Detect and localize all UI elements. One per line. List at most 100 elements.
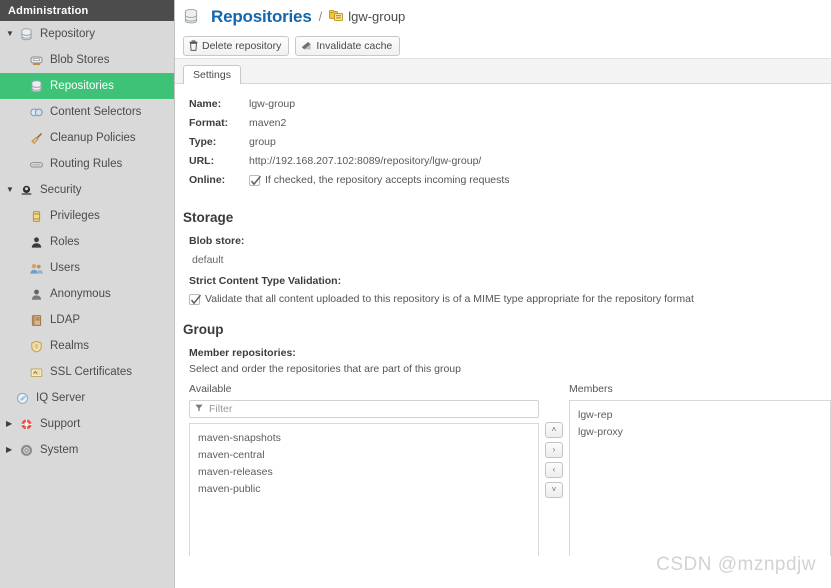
- move-up-button[interactable]: ˄: [545, 422, 563, 438]
- chevron-right-icon[interactable]: ▶: [6, 446, 18, 454]
- list-item[interactable]: maven-public: [198, 481, 538, 498]
- privileges-icon: [28, 209, 44, 223]
- sidebar-item-routing-rules[interactable]: Routing Rules: [0, 151, 174, 177]
- lifebuoy-icon: [18, 417, 34, 431]
- blob-store-icon: [28, 53, 44, 67]
- sidebar-item-label: Security: [40, 184, 82, 196]
- iq-server-icon: [14, 391, 30, 405]
- sidebar-item-label: Blob Stores: [50, 54, 110, 66]
- sidebar-item-label: IQ Server: [36, 392, 86, 404]
- online-field-row: Online: If checked, the repository accep…: [175, 174, 831, 193]
- field-key: Name:: [189, 98, 222, 110]
- field-value: http://192.168.207.102:8089/repository/l…: [249, 155, 482, 167]
- sidebar-item-label: Routing Rules: [50, 158, 123, 170]
- strict-content-type-row[interactable]: Validate that all content uploaded to th…: [175, 293, 831, 305]
- member-repositories-label: Member repositories:: [189, 347, 296, 359]
- repository-summary-fields: Name: lgw-group Format: maven2 Type: group URL…: [175, 98, 831, 174]
- field-key: Format:: [189, 117, 229, 129]
- database-icon: [183, 8, 199, 24]
- field-key: Type:: [189, 136, 217, 148]
- sidebar-item-cleanup-policies[interactable]: Cleanup Policies: [0, 125, 174, 151]
- online-checkbox-row[interactable]: If checked, the repository accepts incom…: [249, 174, 510, 186]
- content-selector-icon: [28, 105, 44, 119]
- sidebar-item-realms[interactable]: Realms: [0, 333, 174, 359]
- trash-icon: [189, 40, 198, 51]
- member-transfer-widget: Available maven-snapshotsmaven-centralma…: [175, 383, 831, 556]
- sidebar-item-label: Anonymous: [50, 288, 111, 300]
- sidebar-item-privileges[interactable]: Privileges: [0, 203, 174, 229]
- main-content: Repositories / lgw-group Delete reposito…: [175, 0, 831, 588]
- toolbar: Delete repository Invalidate cache: [175, 33, 831, 58]
- field-key: URL:: [189, 155, 215, 167]
- list-item[interactable]: maven-releases: [198, 464, 538, 481]
- sidebar-item-roles[interactable]: Roles: [0, 229, 174, 255]
- sidebar-item-blob-stores[interactable]: Blob Stores: [0, 47, 174, 73]
- blob-store-value: default: [192, 254, 224, 266]
- group-section-title: Group: [183, 322, 224, 337]
- sidebar-item-security[interactable]: ▼ Security: [0, 177, 174, 203]
- database-icon: [18, 27, 34, 41]
- available-repositories-list[interactable]: maven-snapshots maven-central maven-releas…: [189, 423, 539, 556]
- online-field-key: Online:: [189, 174, 226, 186]
- page-title: Repositories: [211, 6, 312, 26]
- member-repositories-hint: Select and order the repositories that a…: [189, 363, 461, 375]
- sidebar-header: Administration: [0, 0, 174, 21]
- breadcrumb-separator: /: [318, 9, 323, 24]
- field-row: Format: maven2: [175, 117, 831, 136]
- strict-content-type-checkbox[interactable]: [189, 293, 202, 305]
- online-checkbox-label: If checked, the repository accepts incom…: [265, 174, 510, 186]
- sidebar-item-iq-server[interactable]: IQ Server: [0, 385, 174, 411]
- routing-rules-icon: [28, 157, 44, 171]
- delete-repository-button[interactable]: Delete repository: [183, 35, 290, 56]
- broom-icon: [28, 131, 44, 145]
- repository-group-icon: [329, 9, 344, 25]
- members-repositories-list[interactable]: lgw-rep lgw-proxy: [569, 400, 831, 556]
- sidebar-item-anonymous[interactable]: Anonymous: [0, 281, 174, 307]
- invalidate-cache-label: Invalidate cache: [316, 39, 393, 52]
- sidebar-item-label: LDAP: [50, 314, 81, 326]
- strict-content-type-label: Strict Content Type Validation:: [189, 275, 342, 287]
- members-label: Members: [569, 383, 613, 395]
- sidebar-item-ldap[interactable]: LDAP: [0, 307, 174, 333]
- sidebar-item-label: Repository: [40, 28, 95, 40]
- list-item[interactable]: maven-central: [198, 447, 538, 464]
- sidebar-item-system[interactable]: ▶ System: [0, 437, 174, 463]
- chevron-down-icon[interactable]: ▼: [6, 186, 18, 194]
- sidebar-item-content-selectors[interactable]: Content Selectors: [0, 99, 174, 125]
- users-icon: [28, 261, 44, 275]
- sidebar-item-repositories[interactable]: Repositories: [0, 73, 174, 99]
- field-value: maven2: [249, 117, 287, 129]
- chevron-right-icon[interactable]: ▶: [6, 420, 18, 428]
- sidebar-item-label: Support: [40, 418, 81, 430]
- settings-form: Name: lgw-group Format: maven2 Type: group URL…: [175, 84, 831, 556]
- funnel-icon: [195, 403, 207, 415]
- list-item[interactable]: maven-snapshots: [198, 430, 538, 447]
- online-checkbox[interactable]: [249, 174, 262, 186]
- transfer-buttons: ˄ › ‹ ˅: [539, 383, 569, 556]
- sidebar-nav-list: ▼ Repository Blob Stores Repositories Conten…: [0, 21, 174, 463]
- delete-repository-label: Delete repository: [202, 39, 282, 52]
- sidebar-item-label: Repositories: [50, 80, 114, 92]
- shield-icon: [28, 339, 44, 353]
- invalidate-cache-button[interactable]: Invalidate cache: [295, 35, 401, 56]
- list-item[interactable]: lgw-proxy: [578, 424, 830, 441]
- nexus-admin-window: Administration ▼ Repository Blob Stores Rep…: [0, 0, 831, 588]
- sidebar-item-ssl-certificates[interactable]: SSL Certificates: [0, 359, 174, 385]
- add-to-members-button[interactable]: ›: [545, 442, 563, 458]
- sidebar-item-users[interactable]: Users: [0, 255, 174, 281]
- field-value: lgw-group: [249, 98, 296, 110]
- gear-icon: [18, 443, 34, 457]
- remove-from-members-button[interactable]: ‹: [545, 462, 563, 478]
- search-input[interactable]: [207, 402, 533, 416]
- sidebar-item-support[interactable]: ▶ Support: [0, 411, 174, 437]
- sidebar: Administration ▼ Repository Blob Stores Rep…: [0, 0, 175, 588]
- list-item[interactable]: lgw-rep: [578, 407, 830, 424]
- chevron-down-icon[interactable]: ▼: [6, 30, 18, 38]
- storage-section-title: Storage: [183, 210, 234, 225]
- tab-settings[interactable]: Settings: [183, 65, 241, 84]
- sidebar-item-repository[interactable]: ▼ Repository: [0, 21, 174, 47]
- available-filter[interactable]: [189, 400, 539, 418]
- ldap-book-icon: [28, 313, 44, 327]
- move-down-button[interactable]: ˅: [545, 482, 563, 498]
- tab-strip: Settings: [175, 58, 831, 84]
